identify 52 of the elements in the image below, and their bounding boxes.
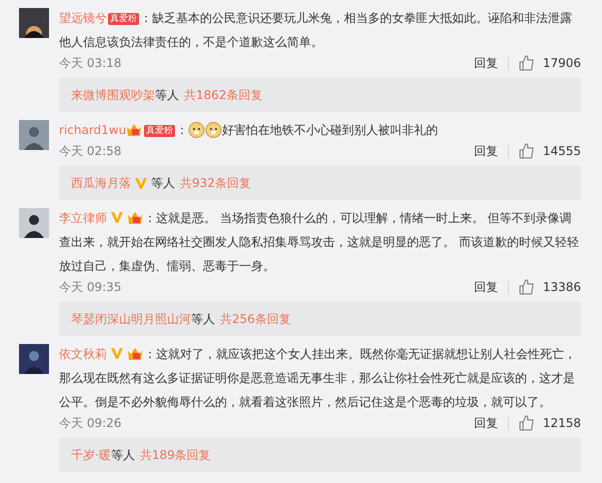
fan-badge: 真爱粉 xyxy=(144,125,176,137)
comment-text: 李立律师 ：这就是恶。 当场指责色狼什么的，可以理解，情绪一时上来。 但等不到录像调查出来，就开始在网络社交圈发人隐私招集辱骂攻击，这就是明显的恶了。 而该道歉的时候又轻轻放过自己，集虚伪、懦弱、恶毒于一身。 xyxy=(59,209,580,275)
reply-author-link[interactable]: 来微博围观吵架 xyxy=(71,86,155,104)
like-count: 17906 xyxy=(542,56,581,70)
reply-count-link[interactable]: 共1862条回复 xyxy=(184,86,263,104)
replies-joiner: 等人 xyxy=(151,174,175,192)
replies-joiner: 等人 xyxy=(110,446,135,464)
crown-icon xyxy=(126,122,142,137)
reply-count-link[interactable]: 共189条回复 xyxy=(140,446,211,464)
avatar[interactable] xyxy=(19,8,49,38)
avatar[interactable] xyxy=(19,208,49,238)
reply-author-link[interactable]: 西瓜海月落 xyxy=(71,174,131,192)
reply-count-link[interactable]: 共256条回复 xyxy=(220,310,291,328)
dog-face-icon xyxy=(188,121,206,138)
reply-author-link[interactable]: 千岁·暖 xyxy=(71,446,111,464)
comment-text: 依文秋莉 ：这就对了，就应该把这个女人挂出来。既然你毫无证据就想让别人社会性死亡，那么现在既然有这么多证据证明你是恶意造谣无事生非，那么让你社会性死亡就是应该的，这才是公平。倒是不必外貌侮辱什么的，就看着这张照片，然后记住这是个恶毒的垃圾，就可以了。 xyxy=(59,345,577,411)
replies-joiner: 等人 xyxy=(191,310,215,328)
timestamp: 今天 03:18 xyxy=(59,54,122,72)
like-count: 14555 xyxy=(542,144,581,158)
avatar[interactable] xyxy=(19,344,49,374)
reply-link[interactable]: 回复 xyxy=(474,54,498,72)
crown-icon xyxy=(127,346,143,361)
thumbs-up-icon[interactable] xyxy=(518,55,535,71)
author-link[interactable]: 依文秋莉 xyxy=(59,347,107,361)
timestamp: 今天 09:26 xyxy=(59,414,122,432)
thumbs-up-icon[interactable] xyxy=(518,143,535,159)
replies-joiner: 等人 xyxy=(155,86,179,104)
comment-text: 望远镜兮 真爱粉 ：缺乏基本的公民意识还要玩儿米兔，相当多的女拳匪大抵如此。诬陷和非法泄露他人信息该负法律责任的，不是个道歉这么简单。 xyxy=(59,10,573,51)
timestamp: 今天 09:35 xyxy=(59,278,122,296)
reply-count-link[interactable]: 共932条回复 xyxy=(180,174,251,192)
author-link[interactable]: 李立律师 xyxy=(59,211,107,225)
thumbs-up-icon[interactable] xyxy=(518,279,535,295)
like-count: 13386 xyxy=(542,280,581,294)
verified-icon xyxy=(110,347,124,360)
comment-text: richard1wu 真爱粉 ： 好害怕在地铁不小心碰到别人被叫非礼的 xyxy=(59,120,440,140)
fan-badge: 真爱粉 xyxy=(108,13,139,25)
reply-author-link[interactable]: 琴瑟闭深山明月照山河 xyxy=(71,310,191,328)
author-link[interactable]: 望远镜兮 xyxy=(59,11,107,25)
author-link[interactable]: richard1wu xyxy=(59,123,126,137)
thumbs-up-icon[interactable] xyxy=(518,415,535,431)
verified-icon xyxy=(110,211,124,224)
reply-link[interactable]: 回复 xyxy=(474,414,498,432)
reply-link[interactable]: 回复 xyxy=(474,278,498,296)
replies-panel[interactable]: 琴瑟闭深山明月照山河等人 共256条回复 xyxy=(59,302,581,336)
replies-panel[interactable]: 千岁·暖等人 共189条回复 xyxy=(59,438,581,472)
replies-panel[interactable]: 西瓜海月落 等人 共932条回复 xyxy=(59,166,581,200)
replies-panel[interactable]: 来微博围观吵架等人 共1862条回复 xyxy=(59,78,581,112)
crown-icon xyxy=(127,210,143,225)
timestamp: 今天 02:58 xyxy=(59,142,122,160)
like-count: 12158 xyxy=(542,416,581,430)
dog-face-icon xyxy=(205,121,222,138)
reply-link[interactable]: 回复 xyxy=(474,142,498,160)
